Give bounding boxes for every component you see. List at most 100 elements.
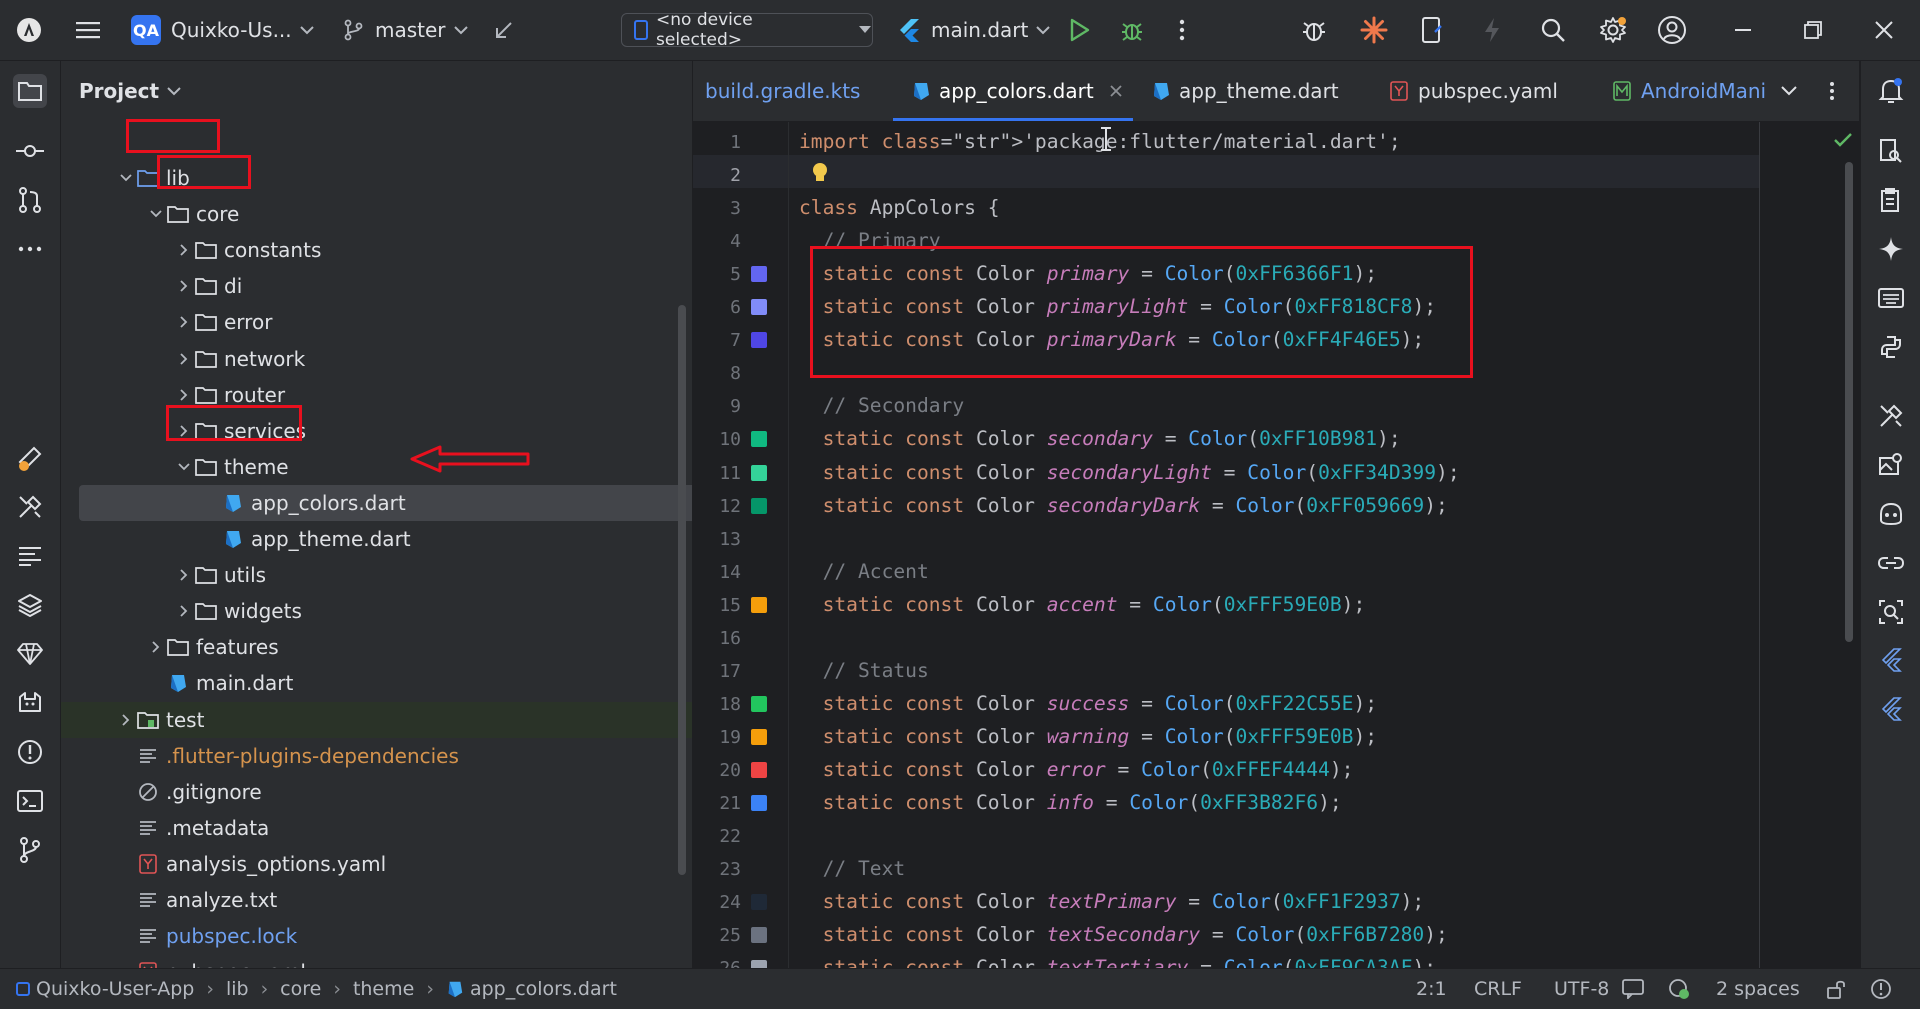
vcs-update-icon[interactable] [488,14,520,46]
version-control-icon[interactable] [13,833,47,867]
window-minimize-icon[interactable] [1727,14,1759,46]
chevron-right-icon[interactable] [146,641,166,653]
chevron-right-icon[interactable] [174,244,194,256]
tree-item-error[interactable]: error [61,304,692,340]
link-icon[interactable] [1874,546,1908,580]
tree-item-pubspec-yaml[interactable]: pubspec.yaml [61,954,692,968]
tree-item-metadata[interactable]: .metadata [61,810,692,846]
file-encoding[interactable]: UTF-8 [1554,969,1609,1009]
tab-pubspec[interactable]: pubspec.yaml [1390,61,1558,121]
tree-item-network[interactable]: network [61,341,692,377]
image-search-icon[interactable] [1874,448,1908,482]
chevron-down-icon[interactable] [116,174,136,182]
tab-more-icon[interactable] [1829,61,1835,121]
tree-item-theme[interactable]: theme [61,449,692,485]
run-icon[interactable] [1064,14,1096,46]
line-ending[interactable]: CRLF [1474,969,1522,1009]
tab-build-gradle[interactable]: build.gradle.kts [705,61,860,121]
chevron-right-icon[interactable] [174,280,194,292]
chevron-right-icon[interactable] [116,713,136,726]
search-icon[interactable] [1537,14,1569,46]
build-tools-icon[interactable] [13,490,47,524]
tree-item-utils[interactable]: utils [61,557,692,593]
indent-setting[interactable]: 2 spaces [1716,969,1800,1009]
device-manager-icon[interactable] [1416,14,1448,46]
pull-requests-icon[interactable] [13,183,47,217]
tree-item-main-dart[interactable]: main.dart [61,665,692,701]
resource-manager-icon[interactable] [13,441,47,475]
chevron-down-icon[interactable] [174,463,194,471]
tree-item-constants[interactable]: constants [61,232,692,268]
settings-gear-icon[interactable] [1597,14,1629,46]
window-restore-icon[interactable] [1797,14,1829,46]
color-swatch[interactable] [751,894,767,911]
app-logo-icon[interactable] [13,14,45,46]
breadcrumb-file[interactable]: app_colors.dart [470,978,617,1000]
breadcrumb-core[interactable]: core [280,978,321,1000]
bug-report-icon[interactable] [1298,14,1330,46]
tree-item-router[interactable]: router [61,377,692,413]
clipboard-icon[interactable] [1874,183,1908,217]
structure-icon[interactable] [13,539,47,573]
tree-item-pubspec-lock[interactable]: pubspec.lock [61,918,692,954]
notifications-bell-icon[interactable] [1874,74,1908,108]
tree-item-widgets[interactable]: widgets [61,593,692,629]
tab-app-colors[interactable]: app_colors.dart [911,61,1122,121]
layers-icon[interactable] [13,588,47,622]
color-swatch[interactable] [751,960,767,968]
color-swatch[interactable] [751,795,767,811]
color-swatch[interactable] [751,332,767,349]
copilot-icon[interactable] [1874,497,1908,531]
terminal-icon[interactable] [13,784,47,818]
tree-item-app-theme-dart[interactable]: app_theme.dart [61,521,692,557]
status-problems-icon[interactable] [1870,969,1892,1009]
chevron-right-icon[interactable] [174,352,194,365]
close-tab-icon[interactable] [1110,85,1122,97]
tree-item-app-colors-dart[interactable]: app_colors.dart [79,484,692,521]
editor-scrollbar[interactable] [1845,162,1853,642]
run-config-selector[interactable]: main.dart [897,0,1051,60]
lock-icon[interactable] [1826,969,1846,1009]
color-swatch[interactable] [751,266,767,283]
tree-item-analysis-options-yaml[interactable]: analysis_options.yaml [61,846,692,882]
color-swatch[interactable] [751,464,767,481]
project-folder-icon[interactable] [13,74,47,108]
layout-inspector-icon[interactable] [1874,595,1908,629]
tab-android-manifest[interactable]: AndroidMani [1613,61,1766,121]
color-swatch[interactable] [751,431,767,448]
breadcrumb-project[interactable]: Quixko-User-App [36,978,194,1000]
chevron-down-icon[interactable] [146,210,166,218]
color-swatch[interactable] [751,728,767,745]
tab-app-theme[interactable]: app_theme.dart [1151,61,1339,121]
more-tool-windows-icon[interactable] [13,232,47,266]
tab-list-dropdown[interactable] [1781,61,1797,121]
window-close-icon[interactable] [1868,14,1900,46]
color-swatch[interactable] [751,497,767,514]
branch-switcher[interactable]: master [343,0,468,60]
commit-icon[interactable] [13,134,47,168]
project-switcher[interactable]: QA Quixko-Us... [131,0,314,60]
tree-item-analyze-txt[interactable]: analyze.txt [61,882,692,918]
color-swatch[interactable] [751,927,767,944]
flutter-inspector-icon[interactable] [1874,644,1908,678]
flutter-outline-icon[interactable] [1874,693,1908,727]
chevron-right-icon[interactable] [174,388,194,401]
tree-item-gitignore[interactable]: .gitignore [61,774,692,810]
chevron-right-icon[interactable] [174,605,194,617]
gemini-icon[interactable] [13,637,47,671]
apply-changes-icon[interactable] [1476,14,1508,46]
breadcrumb-lib[interactable]: lib [226,978,249,1000]
logcat-icon[interactable] [13,686,47,720]
tools-icon[interactable] [1874,399,1908,433]
device-selector[interactable]: <no device selected> [621,10,873,50]
app-inspection-icon[interactable] [1874,134,1908,168]
color-swatch[interactable] [751,596,767,613]
color-swatch[interactable] [751,299,767,316]
lightbulb-icon[interactable] [812,162,828,184]
debug-icon[interactable] [1116,14,1148,46]
project-view-selector[interactable]: Project [79,79,181,103]
code-style-icon[interactable] [1668,969,1690,1009]
tree-item-lib[interactable]: lib [61,160,692,196]
project-tree-scrollbar[interactable] [678,305,686,875]
tree-item-core[interactable]: core [61,196,692,232]
